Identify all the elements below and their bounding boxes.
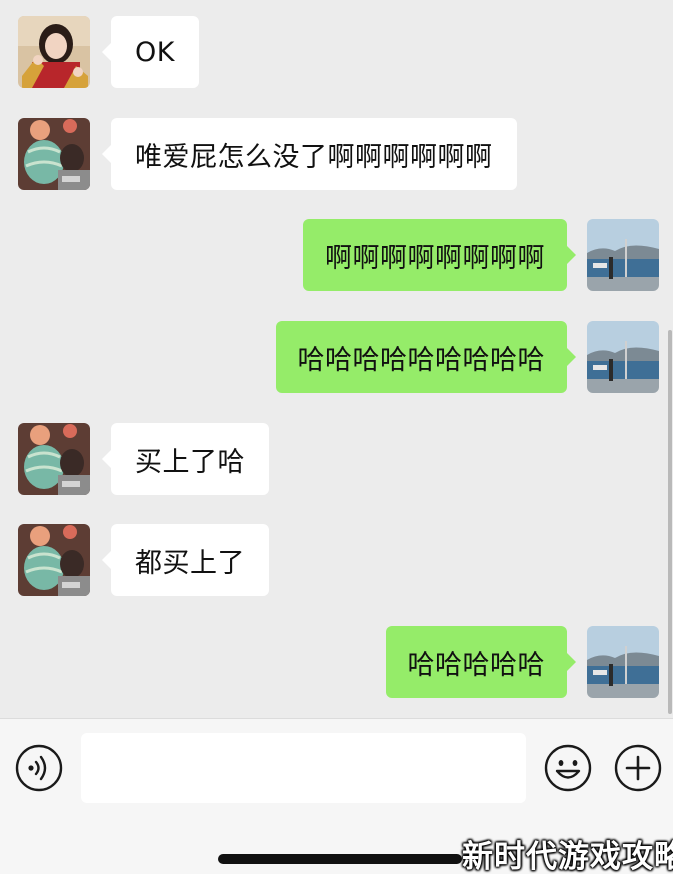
my-avatar-seaside[interactable] [587,626,659,698]
message-text: 啊啊啊啊啊啊啊啊 [325,242,545,274]
watermark-text: 新时代游戏攻略 [462,839,673,874]
message-bubble-outgoing[interactable]: 啊啊啊啊啊啊啊啊 [303,219,576,291]
message-text: 都买上了 [135,547,245,579]
plus-icon[interactable] [614,744,662,792]
message-text: 买上了哈 [135,446,245,478]
my-avatar-seaside[interactable] [587,219,659,291]
contact-avatar-girl-lantern[interactable] [18,524,90,596]
input-bar: 新时代游戏攻略 [0,718,673,874]
message-bubble-outgoing[interactable]: 哈哈哈哈哈 [385,626,576,698]
message-input[interactable] [81,733,526,803]
message-bubble-incoming[interactable]: 都买上了 [102,524,269,596]
contact-avatar-girl-red[interactable] [18,16,90,88]
emoji-icon[interactable] [544,744,592,792]
message-list[interactable]: OK 唯爱屁怎么没了啊啊啊啊啊啊 啊啊啊啊啊啊啊啊 哈哈哈哈哈哈哈哈哈 买上了哈… [0,0,673,718]
message-bubble-outgoing[interactable]: 哈哈哈哈哈哈哈哈哈 [275,321,576,393]
message-text: 哈哈哈哈哈哈哈哈哈 [297,344,545,376]
my-avatar-seaside[interactable] [587,321,659,393]
contact-avatar-girl-lantern[interactable] [18,423,90,495]
message-text: OK [135,36,175,68]
message-bubble-incoming[interactable]: 唯爱屁怎么没了啊啊啊啊啊啊 [102,118,517,190]
message-bubble-incoming[interactable]: OK [102,16,199,88]
message-text: 唯爱屁怎么没了啊啊啊啊啊啊 [135,141,493,173]
message-text: 哈哈哈哈哈 [407,649,545,681]
home-indicator[interactable] [218,854,462,864]
scrollbar[interactable] [668,330,672,714]
voice-icon[interactable] [15,744,63,792]
contact-avatar-girl-lantern[interactable] [18,118,90,190]
chat-screen: OK 唯爱屁怎么没了啊啊啊啊啊啊 啊啊啊啊啊啊啊啊 哈哈哈哈哈哈哈哈哈 买上了哈… [0,0,673,874]
message-bubble-incoming[interactable]: 买上了哈 [102,423,269,495]
